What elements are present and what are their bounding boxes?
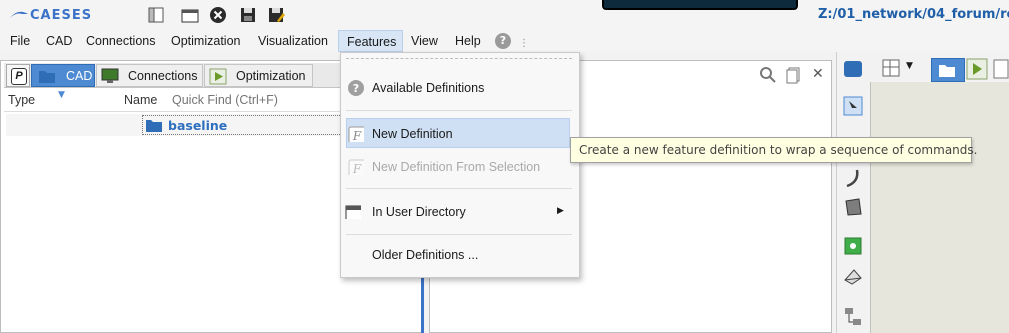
- menu-item-older-definitions[interactable]: Older Definitions ...: [341, 240, 577, 270]
- folder-icon: [345, 205, 361, 219]
- tab-optimization-label: Optimization: [236, 69, 306, 83]
- svg-text:F: F: [352, 162, 362, 175]
- close-project-icon[interactable]: [208, 5, 228, 25]
- play-icon: [209, 68, 227, 85]
- 3d-viewport[interactable]: [870, 82, 1009, 333]
- float-panel-icon[interactable]: [786, 66, 802, 84]
- tree-structure-icon[interactable]: [843, 306, 863, 328]
- vertical-toolbar: [836, 52, 869, 333]
- menu-view[interactable]: View: [403, 30, 446, 52]
- tab-parameters[interactable]: P: [6, 64, 30, 87]
- tear-off-line[interactable]: [346, 58, 572, 60]
- save-icon[interactable]: [238, 5, 258, 25]
- sort-indicator-icon: ▼: [58, 90, 65, 100]
- save-as-icon[interactable]: [266, 5, 286, 25]
- menu-cad[interactable]: CAD: [38, 30, 80, 52]
- submenu-arrow-icon: ▶: [557, 205, 564, 215]
- tab-cad[interactable]: CAD: [31, 64, 95, 87]
- menu-optimization[interactable]: Optimization: [163, 30, 248, 52]
- chevron-down-icon[interactable]: ▼: [906, 61, 913, 71]
- cad-view-icon[interactable]: [842, 58, 864, 80]
- select-arrow-icon[interactable]: [843, 96, 863, 116]
- menu-help[interactable]: Help: [447, 30, 489, 52]
- folder-icon: [146, 120, 162, 132]
- run-play-icon[interactable]: [966, 58, 988, 80]
- monitor-icon: [101, 68, 119, 83]
- column-type[interactable]: Type: [8, 93, 35, 107]
- mesh-icon[interactable]: [843, 266, 863, 286]
- feature-f-icon: F: [348, 159, 364, 175]
- view-cad-button[interactable]: [931, 58, 965, 82]
- column-name[interactable]: Name: [124, 93, 157, 107]
- menu-separator: [346, 188, 572, 189]
- menu-file[interactable]: File: [2, 30, 38, 52]
- green-surface-icon[interactable]: [843, 236, 863, 256]
- open-file-icon[interactable]: [180, 5, 200, 25]
- menu-features[interactable]: Features: [338, 30, 403, 52]
- surface-icon[interactable]: [843, 197, 863, 217]
- cad-folder-icon: [39, 71, 55, 83]
- layout-grid-icon[interactable]: [881, 58, 903, 78]
- menu-item-available-definitions[interactable]: ? Available Definitions: [341, 73, 577, 103]
- document-icon[interactable]: [992, 58, 1009, 80]
- tab-optimization[interactable]: Optimization: [204, 64, 313, 87]
- menu-separator: [346, 234, 572, 235]
- svg-text:F: F: [352, 129, 362, 142]
- svg-text:CAESES: CAESES: [30, 8, 92, 22]
- menu-visualization[interactable]: Visualization: [250, 30, 336, 52]
- menu-item-in-user-directory[interactable]: In User Directory ▶: [341, 197, 577, 227]
- help-circle-icon: ?: [348, 80, 364, 96]
- overlay-window-edge: [602, 0, 798, 10]
- features-dropdown-menu: ? Available Definitions F New Definition…: [340, 52, 580, 278]
- svg-text:?: ?: [353, 82, 359, 95]
- menu-item-new-definition-from-selection[interactable]: F New Definition From Selection: [341, 152, 577, 182]
- panel-toggle-icon[interactable]: [146, 5, 166, 25]
- menu-separator: [346, 110, 572, 111]
- menu-item-new-definition[interactable]: F New Definition: [346, 118, 570, 148]
- parameters-icon: P: [11, 68, 27, 85]
- tab-connections[interactable]: Connections: [96, 64, 203, 87]
- close-panel-icon[interactable]: ✕: [812, 66, 824, 82]
- tree-item-baseline[interactable]: baseline: [168, 118, 227, 133]
- caeses-logo: CAESES: [10, 8, 92, 22]
- menu-overflow-handle[interactable]: ⋮: [519, 38, 529, 49]
- curve-icon[interactable]: [843, 168, 863, 188]
- cad-folder-icon: [939, 65, 955, 77]
- tab-connections-label: Connections: [128, 69, 198, 83]
- whats-this-help-icon[interactable]: ?: [495, 33, 511, 49]
- menu-connections[interactable]: Connections: [78, 30, 164, 52]
- tab-cad-label: CAD: [66, 69, 93, 83]
- search-icon[interactable]: [759, 66, 777, 84]
- tooltip: Create a new feature definition to wrap …: [570, 137, 977, 163]
- feature-f-icon: F: [348, 126, 364, 142]
- project-path-title: Z:/01_network/04_forum/re: [818, 7, 1009, 22]
